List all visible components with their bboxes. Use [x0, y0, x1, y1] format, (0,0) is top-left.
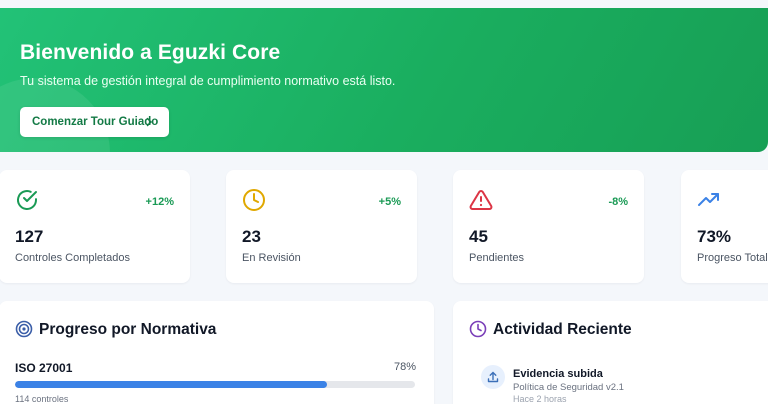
- stat-label: Controles Completados: [15, 252, 130, 264]
- start-tour-label: Comenzar Tour Guiado: [32, 116, 159, 128]
- activity-subtitle: Política de Seguridad v2.1: [513, 382, 624, 393]
- panel-title: Actividad Reciente: [493, 321, 632, 338]
- clock-icon: [469, 320, 487, 338]
- welcome-banner: Bienvenido a Eguzki Core Tu sistema de g…: [0, 8, 768, 152]
- trending-up-icon: [698, 193, 719, 206]
- activity-title[interactable]: Evidencia subida: [513, 368, 603, 380]
- welcome-subtitle: Tu sistema de gestión integral de cumpli…: [20, 74, 396, 88]
- check-circle-icon: [17, 190, 37, 210]
- stat-card-in-review: +5% 23 En Revisión: [226, 170, 417, 283]
- stat-change: +5%: [378, 196, 401, 208]
- stat-label: Progreso Total: [697, 252, 768, 264]
- activity-time: Hace 2 horas: [513, 394, 567, 404]
- panel-title: Progreso por Normativa: [39, 321, 217, 338]
- stat-label: En Revisión: [242, 252, 301, 264]
- stat-change: +12%: [145, 196, 174, 208]
- stat-card-total-progress: 73% Progreso Total: [681, 170, 768, 283]
- welcome-title: Bienvenido a Eguzki Core: [20, 41, 281, 64]
- upload-icon: [487, 371, 499, 383]
- regulation-controls-count: 114 controles: [15, 394, 69, 404]
- regulation-progress-bar: [15, 381, 415, 388]
- stat-change: -8%: [608, 196, 628, 208]
- stat-value: 127: [15, 227, 44, 246]
- stat-label: Pendientes: [469, 252, 525, 264]
- target-icon: [15, 320, 33, 338]
- stat-value: 73%: [697, 227, 732, 246]
- stat-value: 23: [242, 227, 261, 246]
- recent-activity-panel: Actividad Reciente Evidencia subida Polí…: [453, 301, 768, 404]
- regulation-name: ISO 27001: [15, 361, 73, 375]
- regulation-percent: 78%: [393, 361, 416, 373]
- activity-icon-badge: [481, 365, 505, 389]
- progress-fill: [15, 381, 327, 388]
- stat-card-pending: -8% 45 Pendientes: [453, 170, 644, 283]
- alert-triangle-icon: [469, 189, 493, 210]
- regulation-progress-panel: Progreso por Normativa ISO 27001 78% 114…: [0, 301, 434, 404]
- stat-card-completed: +12% 127 Controles Completados: [0, 170, 190, 283]
- stat-value: 45: [469, 227, 488, 246]
- clock-icon: [243, 189, 265, 211]
- start-tour-button[interactable]: Comenzar Tour Guiado: [20, 107, 169, 137]
- chevron-right-icon: [146, 117, 152, 127]
